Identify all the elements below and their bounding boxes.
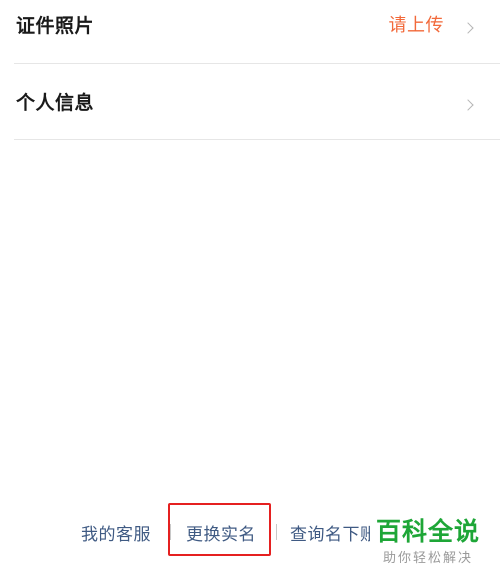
- highlight-annotation-box: [168, 503, 271, 556]
- id-photo-label: 证件照片: [16, 15, 95, 37]
- chevron-right-icon: [462, 22, 474, 34]
- watermark-title: 百科全说: [376, 512, 481, 548]
- personal-info-label: 个人信息: [16, 92, 95, 114]
- id-photo-row[interactable]: 证件照片 请上传: [14, 0, 500, 64]
- upload-status: 请上传: [388, 15, 444, 36]
- footer-divider: [276, 524, 277, 540]
- chevron-right-icon: [462, 99, 474, 111]
- watermark-subtitle: 助你轻松解决: [383, 551, 474, 566]
- my-service-link[interactable]: 我的客服: [81, 520, 151, 545]
- query-accounts-link[interactable]: 查询名下账号: [290, 520, 370, 545]
- personal-info-row[interactable]: 个人信息: [14, 64, 500, 140]
